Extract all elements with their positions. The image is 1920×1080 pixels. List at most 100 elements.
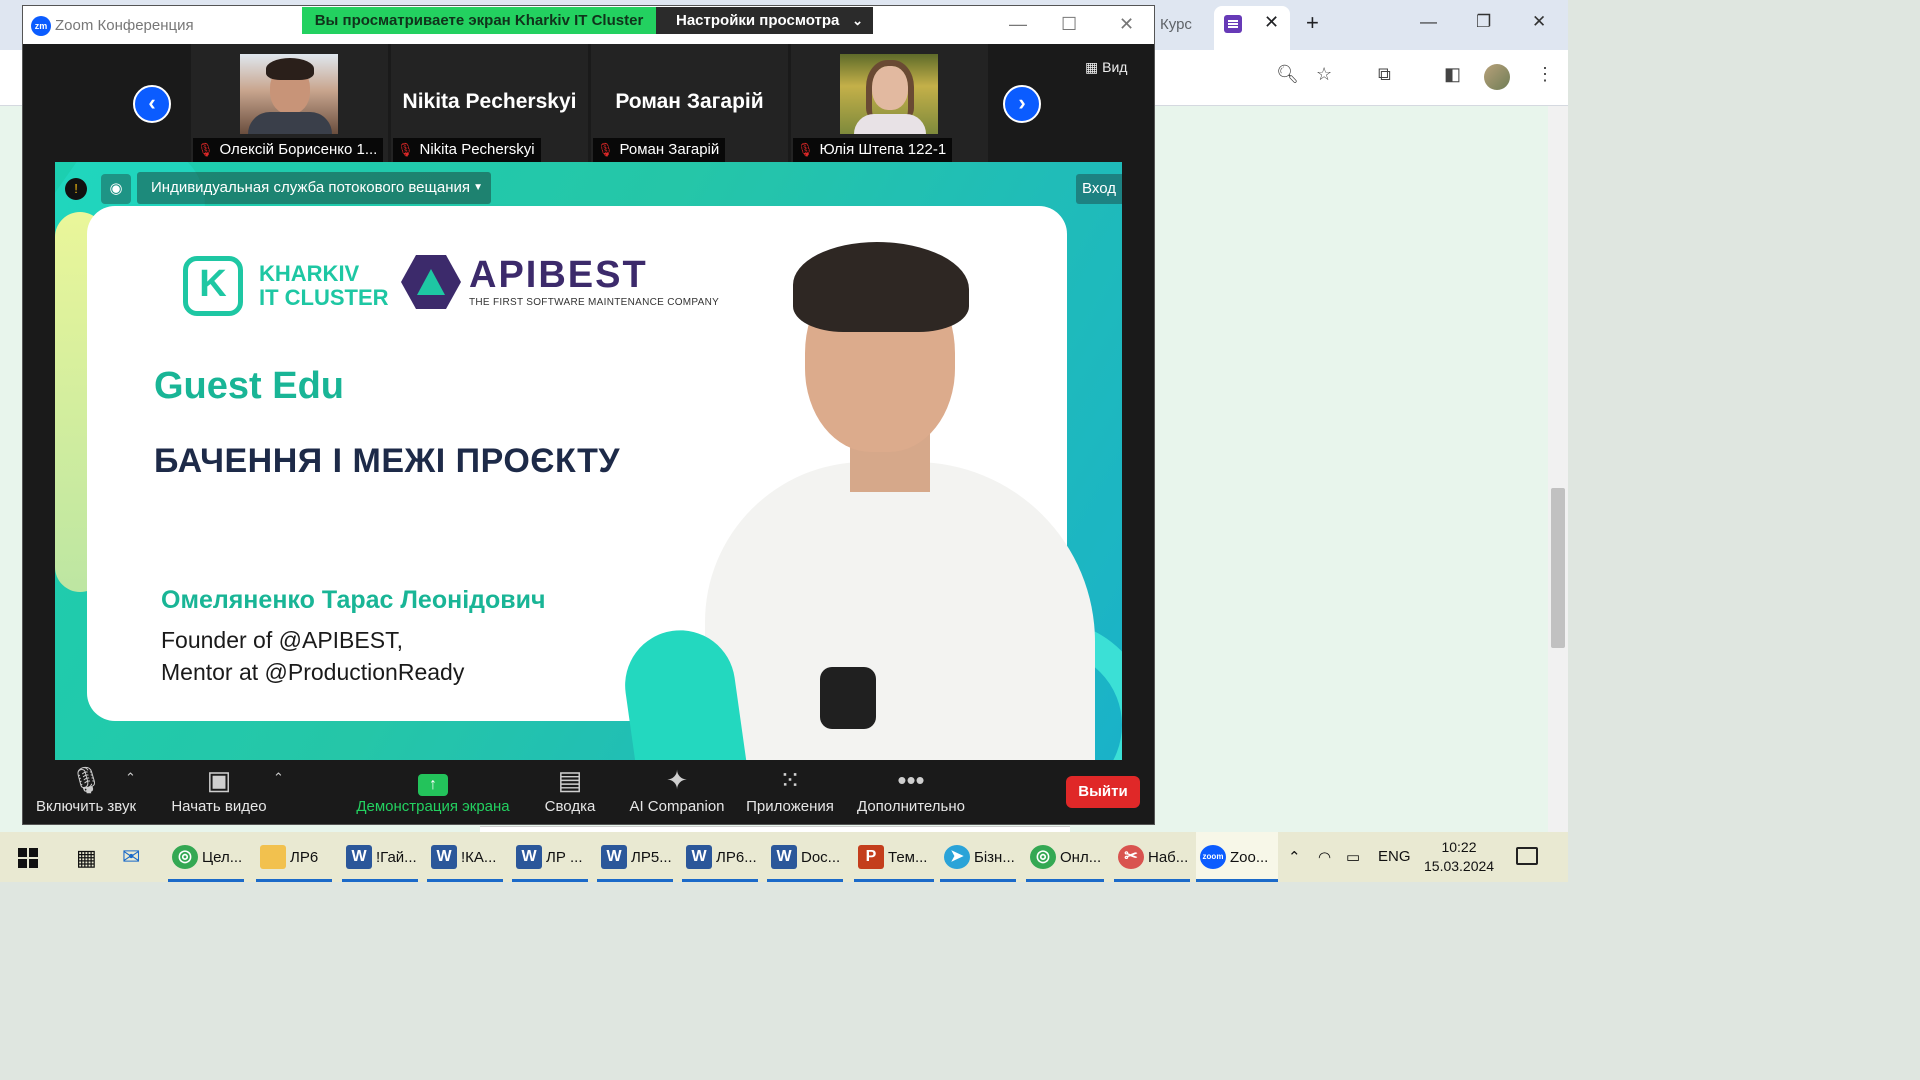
extensions-icon[interactable]: ⧉ <box>1378 64 1391 85</box>
view-button[interactable]: ▦ Вид <box>1085 59 1127 76</box>
zoom-window: zm Zoom Конференция Вы просматриваете эк… <box>22 5 1155 825</box>
speaker-watch <box>820 667 876 729</box>
more-button[interactable]: ••• Дополнительно <box>855 760 967 824</box>
security-shield-icon[interactable]: ! <box>65 178 87 200</box>
mail-icon[interactable]: ✉ <box>122 844 140 870</box>
zoom-maximize-button[interactable]: ☐ <box>1061 14 1077 35</box>
summary-icon: ▤ <box>557 765 583 795</box>
participant-label: 🎙︎ Роман Загарій <box>593 138 726 162</box>
zoom-close-button[interactable]: ✕ <box>1119 14 1134 35</box>
participant-name-display: Nikita Pecherskyi <box>402 90 577 113</box>
taskbar-app[interactable]: ✂ Наб... <box>1114 832 1190 882</box>
audio-options-caret[interactable]: ⌃ <box>125 770 136 786</box>
video-options-caret[interactable]: ⌃ <box>273 770 284 786</box>
participant-tile[interactable]: 🎙︎ Юлія Штепа 122-1 <box>791 44 988 162</box>
browser-scroll-thumb[interactable] <box>1551 488 1565 648</box>
telegram-icon: ➤ <box>944 845 970 869</box>
taskbar-app[interactable]: ЛР6 <box>256 832 332 882</box>
speaker-photo <box>675 212 1095 760</box>
taskbar-app[interactable]: W !Гай... <box>342 832 418 882</box>
side-panel-icon[interactable]: ◧ <box>1444 64 1461 85</box>
notification-icon[interactable] <box>1516 847 1538 865</box>
participant-tile[interactable]: Nikita Pecherskyi 🎙︎ Nikita Pecherskyi <box>391 44 588 162</box>
kharkiv-it-cluster-wordmark: KHARKIV IT CLUSTER <box>259 261 389 310</box>
show-hidden-icons-chevron[interactable]: ⌃ <box>1288 848 1301 866</box>
chevron-down-icon: ⌄ <box>852 13 863 28</box>
taskbar-app[interactable]: W ЛР6... <box>682 832 758 882</box>
battery-icon[interactable]: ▭ <box>1346 848 1360 866</box>
system-clock[interactable]: 10:22 15.03.2024 <box>1424 838 1494 876</box>
browser-close-button[interactable]: ✕ <box>1532 12 1546 32</box>
slide-speaker-name: Омеляненко Тарас Леонідович <box>161 586 546 614</box>
mic-muted-icon: 🎙︎ <box>797 142 814 157</box>
streaming-service-dropdown[interactable]: Индивидуальная служба потокового вещания… <box>137 172 491 204</box>
participant-strip: ‹ 🎙︎ Олексій Борисенко 1... Nikita Pecher… <box>23 44 1154 162</box>
view-options-label: Настройки просмотра <box>676 12 840 29</box>
enter-button[interactable]: Вход <box>1076 174 1122 204</box>
wifi-icon[interactable]: ◠ <box>1318 848 1331 866</box>
taskbar-app[interactable]: ◎ Онл... <box>1026 832 1104 882</box>
prev-page-button[interactable]: ‹ <box>133 85 171 123</box>
taskbar-app[interactable]: ➤ Бізн... <box>940 832 1016 882</box>
bookmark-star-icon[interactable]: ☆ <box>1316 64 1332 85</box>
taskbar-app[interactable]: W !КА... <box>427 832 503 882</box>
live-stream-icon[interactable]: ◉ <box>101 174 131 204</box>
apibest-wordmark: APIBEST <box>469 254 648 296</box>
meeting-controls: 🎙︎ Включить звук ⌃ ▣ Начать видео ⌃ ↑ Де… <box>23 760 1154 824</box>
windows-start-icon[interactable] <box>18 848 38 868</box>
language-indicator[interactable]: ENG <box>1378 848 1411 865</box>
screen-share-banner: Вы просматриваете экран Kharkiv IT Clust… <box>302 7 656 34</box>
calculator-icon[interactable]: ▦ <box>76 845 97 871</box>
taskbar-app[interactable]: P Тем... <box>854 832 934 882</box>
app-icon: ✂ <box>1118 845 1144 869</box>
zoom-page-icon[interactable]: 🔍︎ <box>1276 64 1299 85</box>
shared-screen: K KHARKIV IT CLUSTER APIBEST THE FIRST S… <box>55 162 1122 760</box>
taskbar-app[interactable]: W ЛР ... <box>512 832 588 882</box>
grid-icon: ▦ <box>1085 59 1103 75</box>
view-options-dropdown[interactable]: Настройки просмотра ⌄ <box>656 7 873 34</box>
caret-down-icon: ▼ <box>473 182 483 193</box>
slide-speaker-role: Founder of @APIBEST, Mentor at @Producti… <box>161 627 465 685</box>
participant-tile[interactable]: 🎙︎ Олексій Борисенко 1... <box>191 44 388 162</box>
taskbar-app[interactable]: W Doc... <box>767 832 843 882</box>
apps-button[interactable]: ⁙ Приложения <box>745 760 835 824</box>
leave-button[interactable]: Выйти <box>1066 776 1140 808</box>
browser-minimize-button[interactable]: — <box>1420 12 1437 32</box>
new-tab-button[interactable]: + <box>1306 10 1319 36</box>
taskbar-app-active[interactable]: zoom Zoo... <box>1196 832 1278 882</box>
zoom-logo-icon: zm <box>31 16 51 36</box>
taskbar-app[interactable]: ◎ Цел... <box>168 832 244 882</box>
mic-muted-icon: 🎙︎ <box>597 142 614 157</box>
word-icon: W <box>346 845 372 869</box>
word-icon: W <box>601 845 627 869</box>
word-icon: W <box>431 845 457 869</box>
tab-close-icon[interactable]: ✕ <box>1264 12 1279 33</box>
start-video-button[interactable]: ▣ Начать видео <box>169 760 269 824</box>
zoom-icon: zoom <box>1200 845 1226 869</box>
zoom-minimize-button[interactable]: — <box>1009 14 1027 35</box>
share-screen-button[interactable]: ↑ Демонстрация экрана <box>353 760 513 824</box>
taskbar-app[interactable]: W ЛР5... <box>597 832 673 882</box>
powerpoint-icon: P <box>858 845 884 869</box>
browser-restore-button[interactable]: ❐ <box>1476 12 1491 32</box>
mic-muted-icon: 🎙︎ <box>197 142 214 157</box>
participant-tile[interactable]: Роман Загарій 🎙︎ Роман Загарій <box>591 44 788 162</box>
participant-video <box>840 54 938 134</box>
word-icon: W <box>686 845 712 869</box>
unmute-button[interactable]: 🎙︎ Включить звук <box>33 760 139 824</box>
slide-guest-title: Guest Edu <box>154 365 345 407</box>
mic-muted-icon: 🎙︎ <box>397 142 414 157</box>
word-icon: W <box>771 845 797 869</box>
participant-label: 🎙︎ Олексій Борисенко 1... <box>193 138 384 162</box>
browser-menu-icon[interactable]: ⋮ <box>1536 64 1554 85</box>
chrome-icon: ◎ <box>1030 845 1056 869</box>
participant-label: 🎙︎ Юлія Штепа 122-1 <box>793 138 953 162</box>
ai-companion-button[interactable]: ✦ AI Companion <box>627 760 727 824</box>
next-page-button[interactable]: › <box>1003 85 1041 123</box>
browser-scrollbar[interactable] <box>1548 106 1568 832</box>
more-dots-icon: ••• <box>897 765 925 795</box>
summary-button[interactable]: ▤ Сводка <box>537 760 603 824</box>
taskbar: ▦ ✉ ◎ Цел... ЛР6 W !Гай... W !КА... W ЛР… <box>0 832 1568 882</box>
profile-avatar[interactable] <box>1484 64 1510 90</box>
browser-tab-kurs[interactable]: Курс <box>1160 16 1192 33</box>
